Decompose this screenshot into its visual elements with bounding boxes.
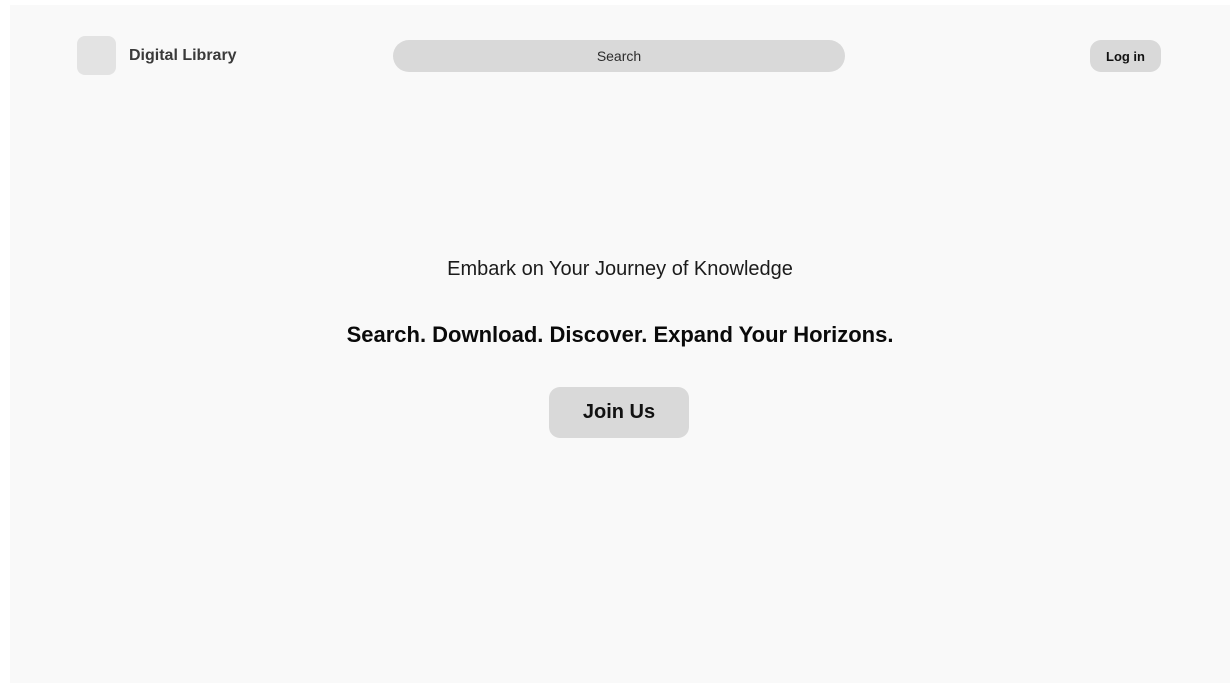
- login-button[interactable]: Log in: [1090, 40, 1161, 72]
- page-container: Digital Library Log in Embark on Your Jo…: [10, 5, 1230, 683]
- brand-name[interactable]: Digital Library: [129, 46, 237, 66]
- search-input[interactable]: [393, 40, 845, 72]
- hero-tagline: Embark on Your Journey of Knowledge: [447, 258, 793, 280]
- logo-placeholder-icon[interactable]: [77, 36, 116, 75]
- hero-headline: Search. Download. Discover. Expand Your …: [346, 322, 894, 347]
- hero-section: Embark on Your Journey of Knowledge Sear…: [10, 5, 1230, 683]
- join-us-button[interactable]: Join Us: [549, 387, 689, 438]
